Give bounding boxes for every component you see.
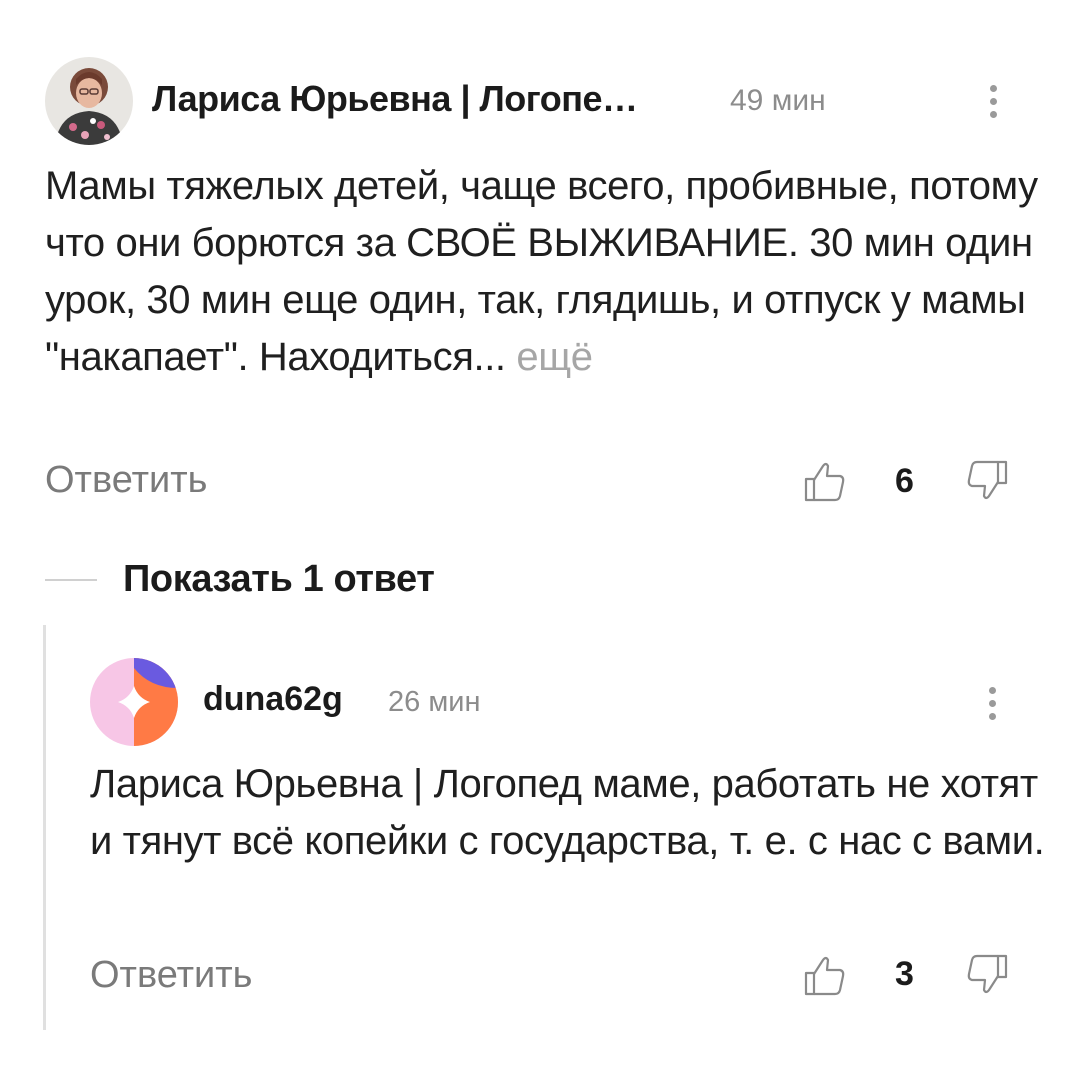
thumb-up-icon[interactable] (800, 456, 850, 506)
thumb-down-icon[interactable] (962, 456, 1012, 506)
thread-line (43, 625, 46, 1030)
reply-body: Лариса Юрьевна | Логопед маме, работать … (90, 762, 1045, 863)
thumb-down-icon[interactable] (962, 950, 1012, 1000)
reply-author-avatar[interactable] (90, 658, 178, 746)
more-vertical-icon[interactable] (973, 76, 1013, 126)
reply-button[interactable]: Ответить (45, 459, 207, 502)
more-vertical-icon[interactable] (972, 678, 1012, 728)
comment-timestamp: 49 мин (730, 84, 826, 117)
reply-button[interactable]: Ответить (90, 954, 252, 997)
thumb-up-icon[interactable] (800, 950, 850, 1000)
comment-body: Мамы тяжелых детей, чаще всего, пробивны… (45, 158, 1045, 386)
author-avatar[interactable] (45, 57, 133, 145)
show-replies-button[interactable]: Показать 1 ответ (123, 558, 435, 601)
comment-author-name[interactable]: Лариса Юрьевна | Логопе… (152, 78, 638, 120)
reply-timestamp: 26 мин (388, 686, 481, 718)
read-more-link[interactable]: ещё (516, 335, 593, 379)
reply-author-name[interactable]: duna62g (203, 680, 343, 719)
like-count: 6 (895, 462, 914, 500)
like-count: 3 (895, 955, 914, 993)
divider-line (45, 579, 97, 581)
